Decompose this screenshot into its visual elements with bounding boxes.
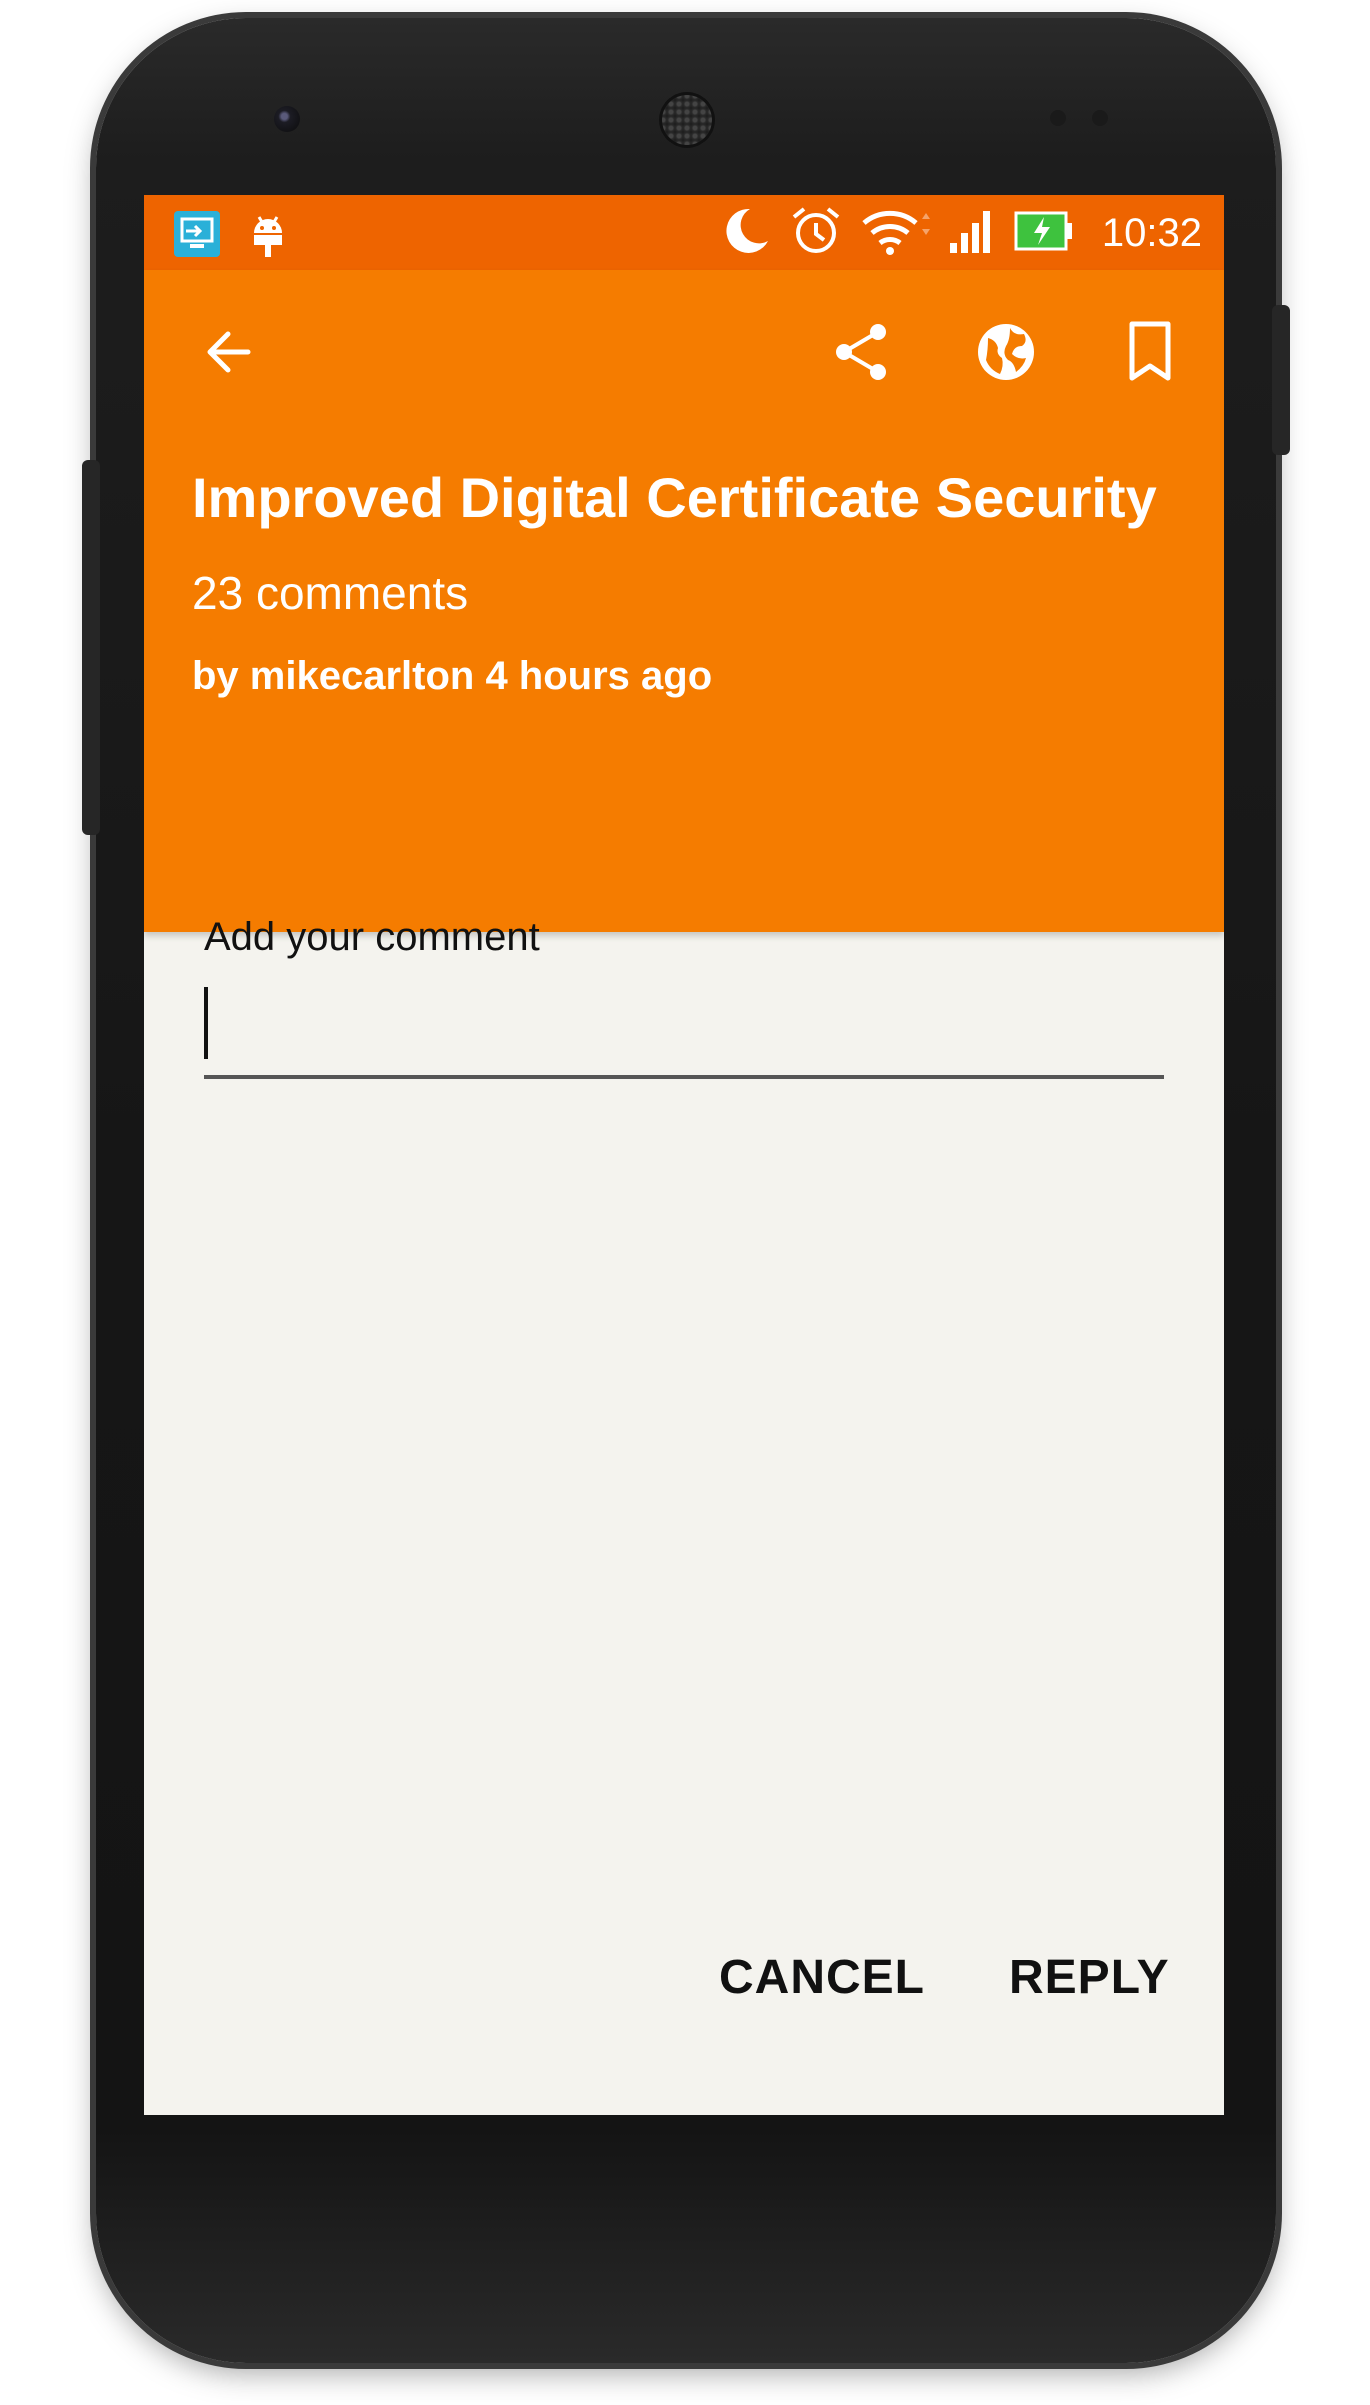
screen-share-icon	[172, 209, 222, 264]
text-cursor	[204, 987, 208, 1059]
share-button[interactable]	[822, 312, 902, 392]
comment-field-label: Add your comment	[204, 915, 540, 959]
post-header: Improved Digital Certificate Security 23…	[144, 270, 1224, 932]
proximity-sensor	[1050, 110, 1066, 126]
back-button[interactable]	[190, 312, 270, 392]
light-sensor	[1092, 110, 1108, 126]
bookmark-button[interactable]	[1110, 312, 1190, 392]
status-bar: 10:32	[144, 195, 1224, 270]
share-icon	[836, 324, 886, 380]
post-byline: by mikecarlton 4 hours ago	[192, 654, 713, 698]
back-arrow-icon	[207, 331, 251, 373]
bookmark-icon	[1129, 321, 1171, 381]
post-title: Improved Digital Certificate Security	[192, 466, 1157, 529]
alarm-icon	[788, 203, 844, 264]
app-screen: 10:32 Improved Digital Certificate Secur…	[144, 195, 1224, 2115]
globe-icon	[978, 324, 1034, 380]
battery-charging-icon	[1014, 209, 1076, 258]
front-camera	[274, 106, 300, 132]
volume-button	[82, 460, 100, 835]
cancel-button[interactable]: CANCEL	[719, 1950, 925, 2005]
wifi-icon	[860, 205, 930, 262]
moon-icon	[720, 205, 772, 262]
reply-button[interactable]: REPLY	[1009, 1950, 1170, 2005]
comment-count[interactable]: 23 comments	[192, 566, 468, 620]
power-button	[1272, 305, 1290, 455]
signal-icon	[946, 205, 998, 262]
android-debug-icon	[248, 209, 288, 264]
earpiece-speaker	[659, 92, 715, 148]
comment-input[interactable]	[204, 975, 1164, 1079]
status-time: 10:32	[1101, 210, 1202, 255]
open-in-browser-button[interactable]	[966, 312, 1046, 392]
